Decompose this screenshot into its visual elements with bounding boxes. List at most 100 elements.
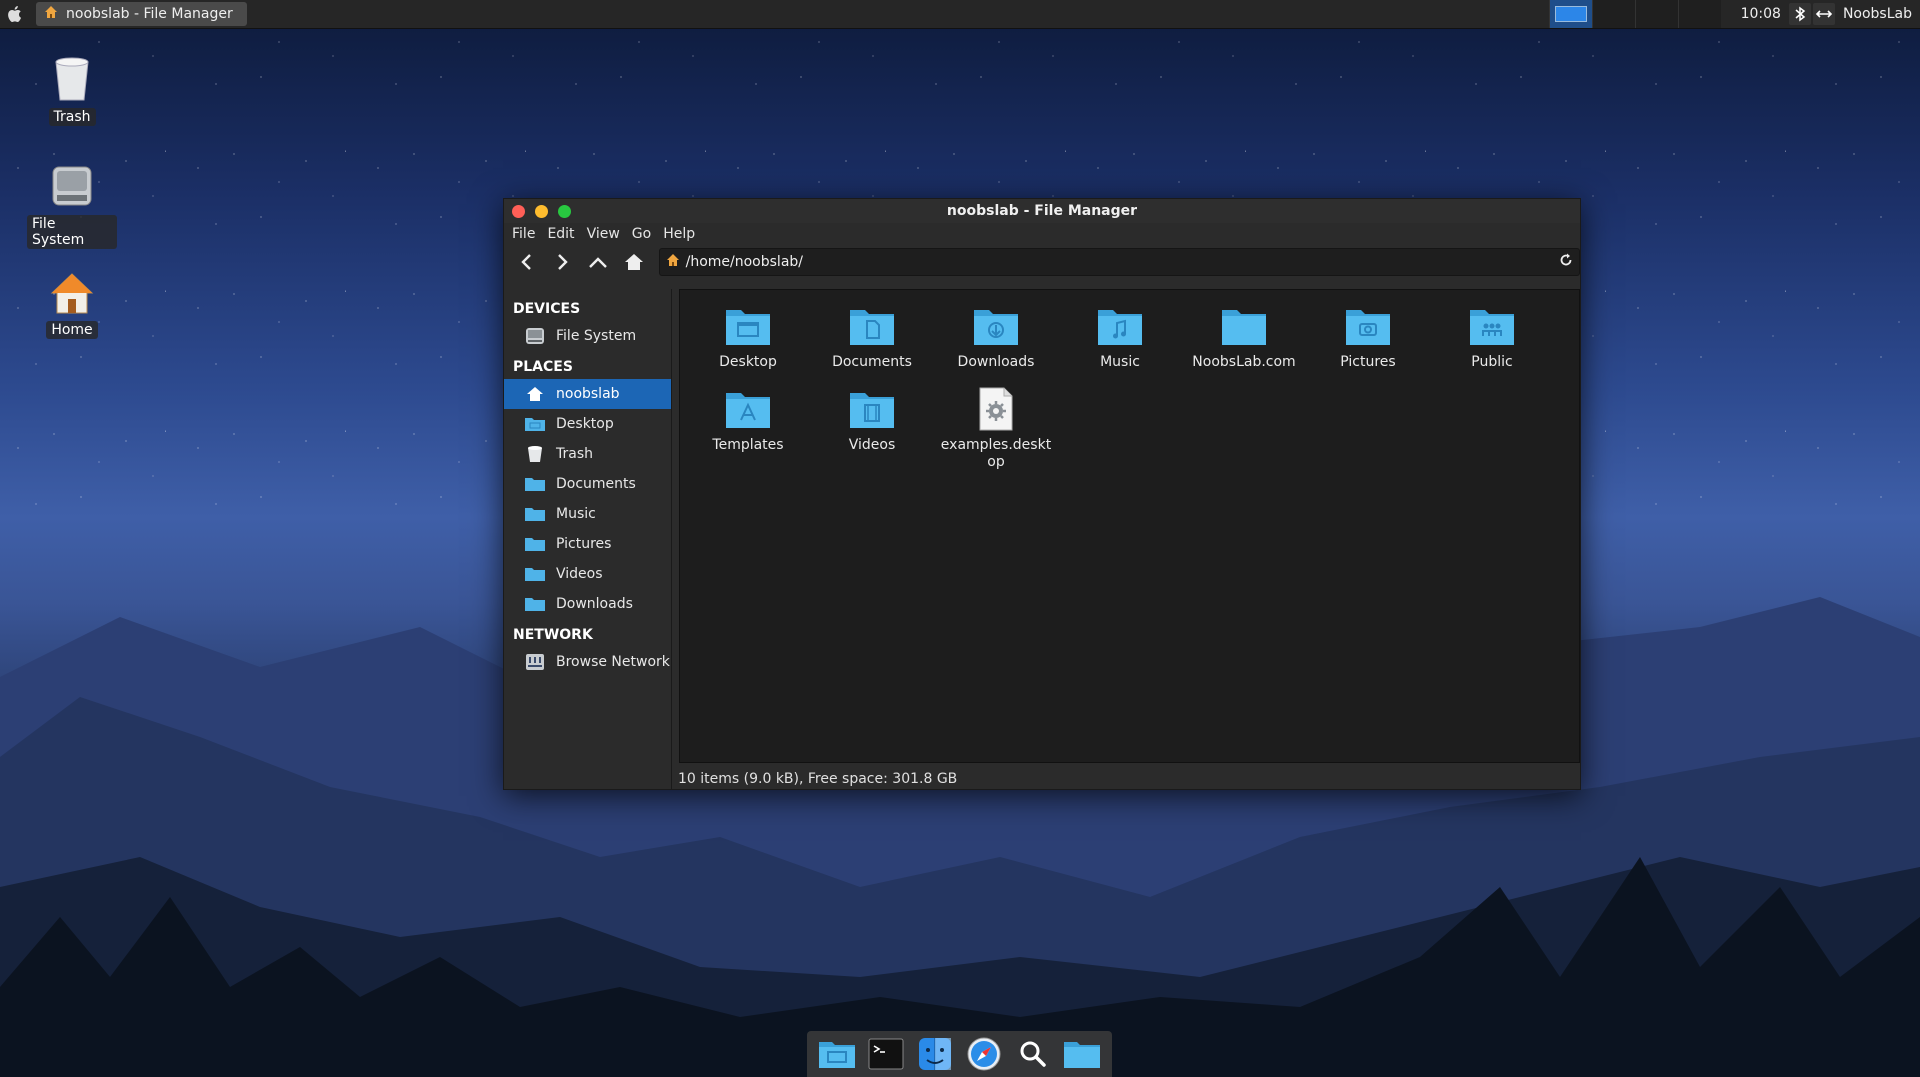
home-button[interactable]: [619, 248, 649, 276]
dock-folder[interactable]: [1062, 1034, 1102, 1074]
panel-right: 10:08 NoobsLab: [1548, 0, 1920, 28]
file-view[interactable]: Desktop Documents Downloads Music NoobsL…: [679, 289, 1580, 763]
folder-downloads-icon: [972, 304, 1020, 348]
apple-icon[interactable]: [0, 0, 28, 28]
menubar: File Edit View Go Help: [504, 223, 1580, 245]
home-icon: [49, 271, 95, 319]
reload-icon[interactable]: [1559, 253, 1573, 271]
close-button[interactable]: [512, 204, 525, 218]
file-name: Downloads: [957, 354, 1035, 370]
sidebar-item-label: Trash: [556, 446, 593, 462]
file-name: Pictures: [1340, 354, 1396, 370]
folder-pictures-icon: [1344, 304, 1392, 348]
desktop-file-icon: [972, 387, 1020, 431]
folder-icon: [819, 1042, 856, 1068]
trash-icon: [52, 56, 92, 106]
file-name: Templates: [712, 437, 784, 453]
file-item-downloads[interactable]: Downloads: [934, 304, 1058, 387]
maximize-button[interactable]: [558, 204, 571, 218]
folder-music-icon: [1096, 304, 1144, 348]
file-grid: Desktop Documents Downloads Music NoobsL…: [680, 290, 1566, 470]
sidebar-item-pictures[interactable]: Pictures: [504, 529, 671, 559]
clock[interactable]: 10:08: [1735, 6, 1787, 22]
home-icon: [624, 254, 643, 270]
file-name: examples.desktop: [940, 437, 1052, 470]
workspace-4[interactable]: [1677, 0, 1721, 28]
terminal-icon: [868, 1038, 904, 1070]
folder-desktop-icon: [524, 415, 546, 433]
window-titlebar[interactable]: noobslab - File Manager: [504, 199, 1580, 223]
window-body: DEVICES File System PLACES noobslab Desk…: [504, 289, 1580, 789]
location-bar[interactable]: /home/noobslab/: [658, 248, 1581, 276]
sidebar-item-file-system[interactable]: File System: [504, 321, 671, 351]
parent-folder-button[interactable]: [583, 248, 613, 276]
workspace-3[interactable]: [1634, 0, 1678, 28]
folder-documents-icon: [524, 475, 546, 493]
dock: [807, 1031, 1112, 1077]
drive-icon: [49, 163, 95, 213]
file-manager-window: noobslab - File Manager File Edit View G…: [503, 198, 1581, 790]
folder-public-icon: [1468, 304, 1516, 348]
folder-videos-icon: [848, 387, 896, 431]
network-connection-icon[interactable]: [1812, 3, 1835, 25]
file-item-templates[interactable]: Templates: [686, 387, 810, 470]
file-item-noobslab-com[interactable]: NoobsLab.com: [1182, 304, 1306, 387]
dock-search[interactable]: [1013, 1034, 1053, 1074]
workspace-2[interactable]: [1591, 0, 1635, 28]
finder-icon: [919, 1038, 952, 1070]
taskbar-window-button[interactable]: noobslab - File Manager: [36, 2, 247, 26]
forward-button[interactable]: [548, 248, 578, 276]
file-item-desktop[interactable]: Desktop: [686, 304, 810, 387]
sidebar-item-noobslab[interactable]: noobslab: [504, 379, 671, 409]
folder-templates-icon: [724, 387, 772, 431]
chevron-up-icon: [589, 257, 607, 268]
sidebar-item-videos[interactable]: Videos: [504, 559, 671, 589]
sidebar: DEVICES File System PLACES noobslab Desk…: [504, 289, 672, 789]
sidebar-item-documents[interactable]: Documents: [504, 469, 671, 499]
home-icon: [666, 253, 680, 271]
file-name: NoobsLab.com: [1192, 354, 1296, 370]
sidebar-item-browse-network[interactable]: Browse Network: [504, 647, 671, 677]
dock-file-manager[interactable]: [817, 1034, 857, 1074]
chevron-right-icon: [558, 254, 569, 270]
sidebar-item-label: Downloads: [556, 596, 633, 612]
workspace-1[interactable]: [1548, 0, 1592, 28]
file-item-public[interactable]: Public: [1430, 304, 1554, 387]
sidebar-item-label: Documents: [556, 476, 636, 492]
home-icon: [44, 5, 58, 23]
folder-icon: [1063, 1042, 1100, 1068]
desktop-icon-file-system[interactable]: File System: [27, 163, 117, 249]
dock-terminal[interactable]: [866, 1034, 906, 1074]
menu-file[interactable]: File: [506, 226, 541, 242]
bluetooth-icon[interactable]: [1788, 3, 1811, 25]
desktop-icon-home[interactable]: Home: [27, 271, 117, 339]
file-name: Videos: [848, 437, 896, 453]
minimize-button[interactable]: [535, 204, 548, 218]
menu-view[interactable]: View: [581, 226, 626, 242]
file-item-examples-desktop[interactable]: examples.desktop: [934, 387, 1058, 470]
sidebar-item-trash[interactable]: Trash: [504, 439, 671, 469]
file-item-music[interactable]: Music: [1058, 304, 1182, 387]
folder-desktop-icon: [724, 304, 772, 348]
desktop-icon-label: Trash: [48, 108, 96, 126]
menu-help[interactable]: Help: [657, 226, 701, 242]
sidebar-item-downloads[interactable]: Downloads: [504, 589, 671, 619]
sidebar-item-desktop[interactable]: Desktop: [504, 409, 671, 439]
menu-go[interactable]: Go: [626, 226, 657, 242]
compass-icon: [967, 1037, 1001, 1071]
home-icon: [524, 385, 546, 403]
desktop-icon-label: File System: [27, 215, 117, 249]
desktop-icon-trash[interactable]: Trash: [27, 56, 117, 126]
file-item-videos[interactable]: Videos: [810, 387, 934, 470]
back-button[interactable]: [512, 248, 542, 276]
sidebar-item-label: Desktop: [556, 416, 614, 432]
sidebar-item-music[interactable]: Music: [504, 499, 671, 529]
dock-web-browser[interactable]: [964, 1034, 1004, 1074]
toolbar: /home/noobslab/: [504, 245, 1581, 279]
user-menu[interactable]: NoobsLab: [1835, 6, 1920, 22]
menu-edit[interactable]: Edit: [541, 226, 580, 242]
file-item-documents[interactable]: Documents: [810, 304, 934, 387]
file-item-pictures[interactable]: Pictures: [1306, 304, 1430, 387]
dock-finder[interactable]: [915, 1034, 955, 1074]
taskbar-window-title: noobslab - File Manager: [66, 6, 233, 22]
